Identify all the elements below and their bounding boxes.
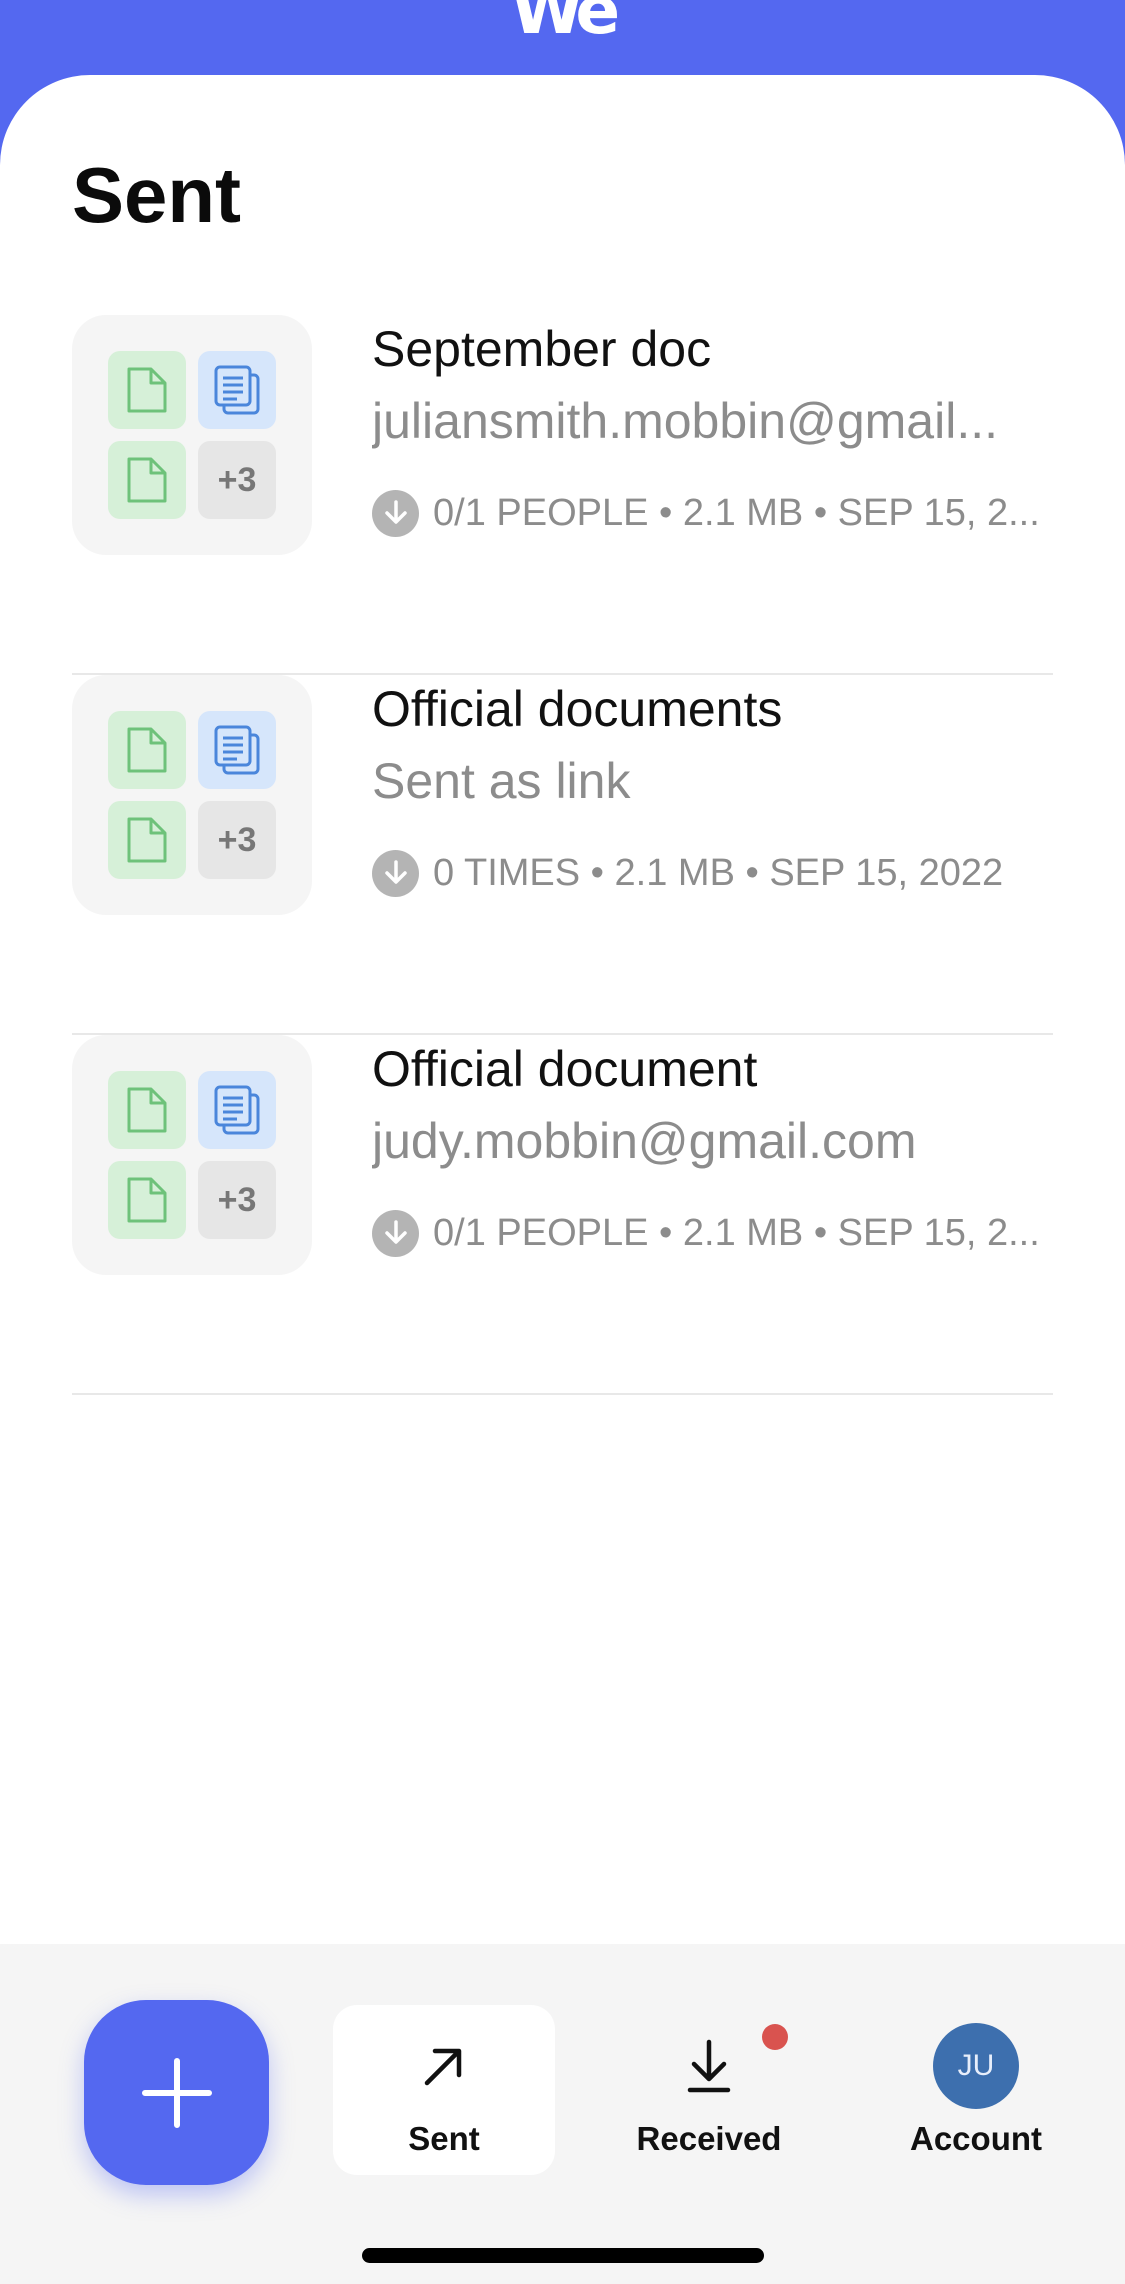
- transfer-name: Official documents: [372, 681, 783, 737]
- download-status-icon: [372, 849, 419, 897]
- transfer-thumbnail: +3: [72, 675, 312, 915]
- transfer-recipient: judy.mobbin@gmail.com: [372, 1113, 917, 1169]
- transfer-row[interactable]: +3 Official documents Sent as link 0 TIM…: [72, 675, 1053, 1035]
- avatar: JU: [933, 2023, 1019, 2109]
- file-icon: [108, 1161, 186, 1239]
- arrow-up-right-icon: [424, 2048, 462, 2086]
- tab-received-label: Received: [636, 2120, 782, 2157]
- new-transfer-button[interactable]: [84, 2000, 269, 2185]
- more-files-count: +3: [198, 801, 276, 879]
- file-icon: [108, 441, 186, 519]
- page-title: Sent: [72, 151, 242, 239]
- wetransfer-logo: We: [510, 0, 620, 49]
- top-bar: We: [0, 0, 1125, 80]
- more-files-count: +3: [198, 1161, 276, 1239]
- file-icon: [108, 1071, 186, 1149]
- file-icon: [108, 801, 186, 879]
- document-icon: [198, 351, 276, 429]
- document-icon: [198, 1071, 276, 1149]
- transfer-recipient: juliansmith.mobbin@gmail...: [372, 393, 999, 449]
- download-status-icon: [372, 489, 419, 537]
- tab-account[interactable]: JU Account: [865, 2005, 1087, 2175]
- file-icon: [108, 351, 186, 429]
- download-icon: [687, 2039, 731, 2093]
- transfer-recipient: Sent as link: [372, 753, 631, 809]
- tab-sent[interactable]: Sent: [333, 2005, 555, 2175]
- tab-account-label: Account: [910, 2120, 1042, 2157]
- transfer-row[interactable]: +3 Official document judy.mobbin@gmail.c…: [72, 1035, 1053, 1395]
- document-icon: [198, 711, 276, 789]
- more-files-count: +3: [198, 441, 276, 519]
- notification-badge: [762, 2024, 788, 2050]
- transfer-thumbnail: +3: [72, 1035, 312, 1275]
- transfer-name: Official document: [372, 1041, 758, 1097]
- home-indicator: [362, 2248, 764, 2263]
- plus-icon: [141, 2057, 212, 2128]
- file-icon: [108, 711, 186, 789]
- tab-sent-label: Sent: [408, 2120, 480, 2157]
- transfer-thumbnail: +3: [72, 315, 312, 555]
- download-status-icon: [372, 1209, 419, 1257]
- transfer-meta: 0/1 PEOPLE • 2.1 MB • SEP 15, 2...: [433, 491, 1040, 534]
- transfer-name: September doc: [372, 321, 712, 377]
- transfer-row[interactable]: +3 September doc juliansmith.mobbin@gmai…: [72, 315, 1053, 675]
- transfer-meta: 0 TIMES • 2.1 MB • SEP 15, 2022: [433, 851, 1004, 894]
- transfer-meta: 0/1 PEOPLE • 2.1 MB • SEP 15, 2...: [433, 1211, 1040, 1254]
